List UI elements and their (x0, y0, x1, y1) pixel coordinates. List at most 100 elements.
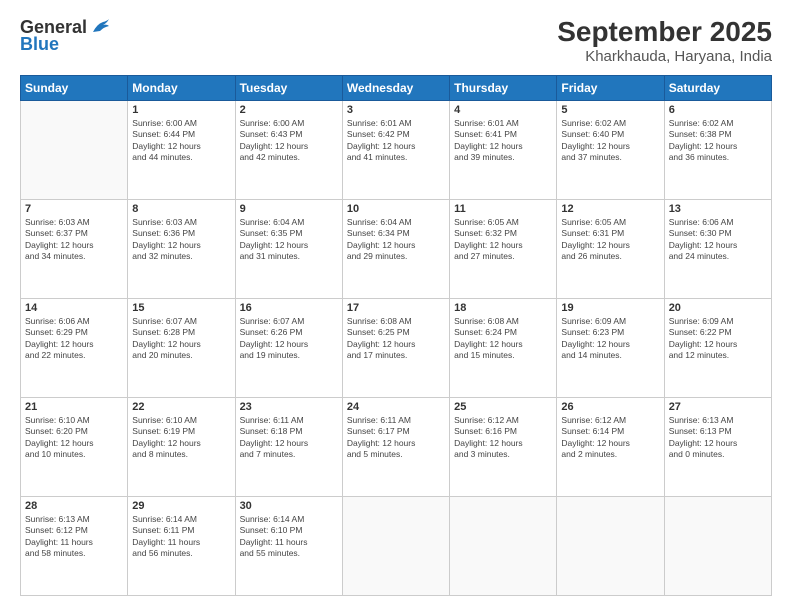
day-info: Sunrise: 6:02 AM Sunset: 6:40 PM Dayligh… (561, 118, 659, 164)
day-number: 11 (454, 203, 552, 215)
col-sunday: Sunday (21, 76, 128, 101)
day-info: Sunrise: 6:03 AM Sunset: 6:37 PM Dayligh… (25, 217, 123, 263)
calendar-title: September 2025 (557, 16, 772, 48)
day-number: 25 (454, 401, 552, 413)
logo-text-block: General Blue (20, 16, 111, 55)
calendar-day-cell: 15 Sunrise: 6:07 AM Sunset: 6:28 PM Dayli… (128, 299, 235, 398)
calendar-day-cell: 19 Sunrise: 6:09 AM Sunset: 6:23 PM Dayli… (557, 299, 664, 398)
day-info: Sunrise: 6:04 AM Sunset: 6:35 PM Dayligh… (240, 217, 338, 263)
calendar-day-cell: 25 Sunrise: 6:12 AM Sunset: 6:16 PM Dayli… (450, 398, 557, 497)
col-wednesday: Wednesday (342, 76, 449, 101)
day-info: Sunrise: 6:04 AM Sunset: 6:34 PM Dayligh… (347, 217, 445, 263)
calendar-day-cell: 26 Sunrise: 6:12 AM Sunset: 6:14 PM Dayli… (557, 398, 664, 497)
calendar-day-cell (21, 101, 128, 200)
day-number: 30 (240, 500, 338, 512)
day-info: Sunrise: 6:01 AM Sunset: 6:41 PM Dayligh… (454, 118, 552, 164)
day-number: 4 (454, 104, 552, 116)
calendar-week-row: 21 Sunrise: 6:10 AM Sunset: 6:20 PM Dayli… (21, 398, 772, 497)
calendar-week-row: 7 Sunrise: 6:03 AM Sunset: 6:37 PM Daylig… (21, 200, 772, 299)
day-info: Sunrise: 6:13 AM Sunset: 6:12 PM Dayligh… (25, 514, 123, 560)
calendar-day-cell: 8Sunrise: 6:03 AM Sunset: 6:36 PM Daylig… (128, 200, 235, 299)
calendar-day-cell: 18 Sunrise: 6:08 AM Sunset: 6:24 PM Dayli… (450, 299, 557, 398)
col-friday: Friday (557, 76, 664, 101)
day-number: 20 (669, 302, 767, 314)
day-number: 3 (347, 104, 445, 116)
col-monday: Monday (128, 76, 235, 101)
header: General Blue September 2025 Kharkhauda, … (20, 16, 772, 65)
day-info: Sunrise: 6:09 AM Sunset: 6:23 PM Dayligh… (561, 316, 659, 362)
calendar-day-cell: 12Sunrise: 6:05 AM Sunset: 6:31 PM Dayli… (557, 200, 664, 299)
calendar-day-cell: 16Sunrise: 6:07 AM Sunset: 6:26 PM Dayli… (235, 299, 342, 398)
calendar-day-cell (342, 497, 449, 596)
calendar-day-cell: 29 Sunrise: 6:14 AM Sunset: 6:11 PM Dayli… (128, 497, 235, 596)
day-number: 21 (25, 401, 123, 413)
day-info: Sunrise: 6:08 AM Sunset: 6:24 PM Dayligh… (454, 316, 552, 362)
day-number: 18 (454, 302, 552, 314)
calendar-day-cell: 14 Sunrise: 6:06 AM Sunset: 6:29 PM Dayli… (21, 299, 128, 398)
day-info: Sunrise: 6:00 AM Sunset: 6:44 PM Dayligh… (132, 118, 230, 164)
day-info: Sunrise: 6:09 AM Sunset: 6:22 PM Dayligh… (669, 316, 767, 362)
calendar-table: Sunday Monday Tuesday Wednesday Thursday… (20, 75, 772, 596)
day-number: 29 (132, 500, 230, 512)
day-number: 10 (347, 203, 445, 215)
calendar-day-cell: 11Sunrise: 6:05 AM Sunset: 6:32 PM Dayli… (450, 200, 557, 299)
calendar-day-cell: 21 Sunrise: 6:10 AM Sunset: 6:20 PM Dayli… (21, 398, 128, 497)
day-number: 14 (25, 302, 123, 314)
col-thursday: Thursday (450, 76, 557, 101)
day-number: 17 (347, 302, 445, 314)
day-info: Sunrise: 6:14 AM Sunset: 6:10 PM Dayligh… (240, 514, 338, 560)
calendar-subtitle: Kharkhauda, Haryana, India (557, 48, 772, 65)
day-info: Sunrise: 6:03 AM Sunset: 6:36 PM Dayligh… (132, 217, 230, 263)
day-number: 9 (240, 203, 338, 215)
col-tuesday: Tuesday (235, 76, 342, 101)
calendar-day-cell: 24Sunrise: 6:11 AM Sunset: 6:17 PM Dayli… (342, 398, 449, 497)
day-number: 22 (132, 401, 230, 413)
day-info: Sunrise: 6:14 AM Sunset: 6:11 PM Dayligh… (132, 514, 230, 560)
calendar-day-cell: 13Sunrise: 6:06 AM Sunset: 6:30 PM Dayli… (664, 200, 771, 299)
calendar-week-row: 1Sunrise: 6:00 AM Sunset: 6:44 PM Daylig… (21, 101, 772, 200)
day-info: Sunrise: 6:07 AM Sunset: 6:28 PM Dayligh… (132, 316, 230, 362)
calendar-day-cell (557, 497, 664, 596)
day-info: Sunrise: 6:05 AM Sunset: 6:31 PM Dayligh… (561, 217, 659, 263)
calendar-day-cell: 10 Sunrise: 6:04 AM Sunset: 6:34 PM Dayli… (342, 200, 449, 299)
calendar-day-cell: 22 Sunrise: 6:10 AM Sunset: 6:19 PM Dayli… (128, 398, 235, 497)
day-info: Sunrise: 6:12 AM Sunset: 6:16 PM Dayligh… (454, 415, 552, 461)
day-info: Sunrise: 6:00 AM Sunset: 6:43 PM Dayligh… (240, 118, 338, 164)
day-number: 23 (240, 401, 338, 413)
calendar-day-cell: 7 Sunrise: 6:03 AM Sunset: 6:37 PM Daylig… (21, 200, 128, 299)
calendar-day-cell: 28 Sunrise: 6:13 AM Sunset: 6:12 PM Dayli… (21, 497, 128, 596)
calendar-week-row: 14 Sunrise: 6:06 AM Sunset: 6:29 PM Dayli… (21, 299, 772, 398)
title-block: September 2025 Kharkhauda, Haryana, Indi… (557, 16, 772, 65)
day-number: 7 (25, 203, 123, 215)
day-number: 15 (132, 302, 230, 314)
day-info: Sunrise: 6:10 AM Sunset: 6:19 PM Dayligh… (132, 415, 230, 461)
calendar-day-cell: 6Sunrise: 6:02 AM Sunset: 6:38 PM Daylig… (664, 101, 771, 200)
col-saturday: Saturday (664, 76, 771, 101)
day-number: 2 (240, 104, 338, 116)
calendar-header-row: Sunday Monday Tuesday Wednesday Thursday… (21, 76, 772, 101)
day-number: 6 (669, 104, 767, 116)
day-number: 27 (669, 401, 767, 413)
day-number: 24 (347, 401, 445, 413)
day-number: 28 (25, 500, 123, 512)
day-number: 26 (561, 401, 659, 413)
calendar-day-cell: 3Sunrise: 6:01 AM Sunset: 6:42 PM Daylig… (342, 101, 449, 200)
calendar-day-cell: 20 Sunrise: 6:09 AM Sunset: 6:22 PM Dayli… (664, 299, 771, 398)
day-info: Sunrise: 6:11 AM Sunset: 6:18 PM Dayligh… (240, 415, 338, 461)
day-info: Sunrise: 6:13 AM Sunset: 6:13 PM Dayligh… (669, 415, 767, 461)
logo-bird-icon (89, 16, 111, 38)
day-info: Sunrise: 6:06 AM Sunset: 6:29 PM Dayligh… (25, 316, 123, 362)
calendar-day-cell: 30 Sunrise: 6:14 AM Sunset: 6:10 PM Dayli… (235, 497, 342, 596)
day-number: 19 (561, 302, 659, 314)
calendar-day-cell: 4 Sunrise: 6:01 AM Sunset: 6:41 PM Daylig… (450, 101, 557, 200)
day-info: Sunrise: 6:12 AM Sunset: 6:14 PM Dayligh… (561, 415, 659, 461)
day-info: Sunrise: 6:08 AM Sunset: 6:25 PM Dayligh… (347, 316, 445, 362)
day-info: Sunrise: 6:10 AM Sunset: 6:20 PM Dayligh… (25, 415, 123, 461)
day-number: 13 (669, 203, 767, 215)
logo: General Blue (20, 16, 111, 55)
calendar-day-cell: 5Sunrise: 6:02 AM Sunset: 6:40 PM Daylig… (557, 101, 664, 200)
calendar-day-cell: 2 Sunrise: 6:00 AM Sunset: 6:43 PM Daylig… (235, 101, 342, 200)
calendar-week-row: 28 Sunrise: 6:13 AM Sunset: 6:12 PM Dayli… (21, 497, 772, 596)
calendar-day-cell: 9 Sunrise: 6:04 AM Sunset: 6:35 PM Daylig… (235, 200, 342, 299)
day-number: 16 (240, 302, 338, 314)
